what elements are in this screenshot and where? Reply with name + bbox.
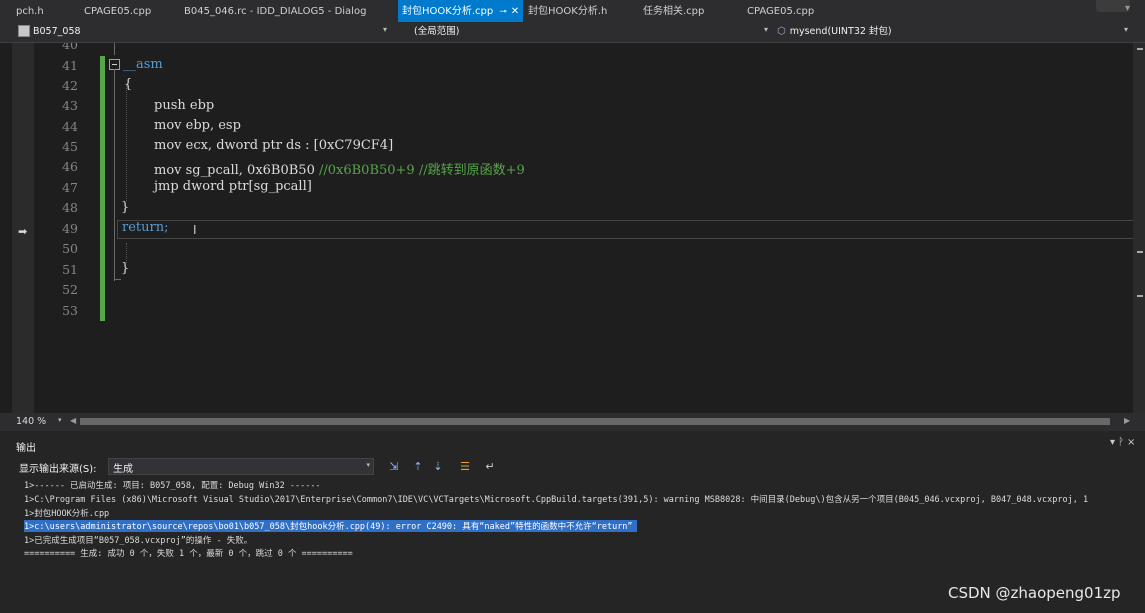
chevron-down-icon[interactable]: ▾ bbox=[764, 25, 768, 34]
line-number: 46 bbox=[62, 159, 78, 174]
line-number: 41 bbox=[62, 58, 78, 73]
output-line: 1>已完成生成项目“B057_058.vcxproj”的操作 - 失败。 bbox=[24, 536, 253, 546]
scroll-marker bbox=[1137, 295, 1143, 297]
code-line-48: } bbox=[121, 200, 130, 215]
scroll-marker bbox=[1137, 251, 1143, 253]
tab-overflow-icon[interactable]: ▾ bbox=[1125, 3, 1137, 15]
tab-rc-dialog[interactable]: B045_046.rc - IDD_DIALOG5 - Dialog bbox=[184, 0, 366, 22]
find-message-icon[interactable]: ⇲ bbox=[387, 460, 401, 473]
code-line-43: push ebp bbox=[154, 98, 215, 113]
next-message-icon[interactable]: ⇣ bbox=[431, 460, 445, 473]
code-text: mov sg_pcall, 0x6B0B50 bbox=[154, 163, 319, 178]
indent-guide bbox=[126, 85, 127, 201]
word-wrap-icon[interactable]: ↵ bbox=[483, 460, 497, 473]
tab-label: 任务相关.cpp bbox=[643, 6, 705, 17]
code-line-47: jmp dword ptr[sg_pcall] bbox=[154, 179, 312, 194]
line-number: 48 bbox=[62, 200, 78, 215]
navigation-bar: B057_058 ▾ (全局范围) ▾ ⬡ mysend(UINT32 封包) ▾ bbox=[0, 22, 1145, 43]
tab-label: pch.h bbox=[16, 6, 44, 17]
output-source-label: 显示输出来源(S): bbox=[19, 464, 97, 475]
output-source-select[interactable]: 生成 ▾ bbox=[108, 458, 374, 475]
horizontal-scrollbar-thumb[interactable] bbox=[80, 418, 1110, 425]
code-line-42: { bbox=[124, 77, 133, 92]
tab-cpage05-cpp-2[interactable]: CPAGE05.cpp bbox=[747, 0, 814, 22]
function-dropdown[interactable]: ⬡ mysend(UINT32 封包) bbox=[777, 25, 892, 39]
current-line-highlight bbox=[117, 220, 1133, 239]
pin-icon[interactable]: ᚹ bbox=[1118, 437, 1127, 448]
pin-icon[interactable]: ⊸ bbox=[499, 7, 507, 17]
editor-status-strip: 140 % ▾ ◀ ▶ bbox=[0, 413, 1145, 431]
output-source-value: 生成 bbox=[113, 464, 133, 475]
fold-guide-end bbox=[114, 279, 121, 281]
project-label: B057_058 bbox=[33, 26, 81, 37]
output-panel-title: 输出 bbox=[16, 443, 36, 454]
current-statement-arrow-icon: ➡ bbox=[18, 225, 28, 238]
panel-controls[interactable]: ▾ᚹ× bbox=[1110, 437, 1138, 448]
code-comment: //0x6B0B50+9 //跳转到原函数+9 bbox=[318, 163, 525, 178]
tab-label: CPAGE05.cpp bbox=[84, 6, 152, 17]
line-number: 40 bbox=[62, 43, 78, 52]
clear-all-icon[interactable]: ☰ bbox=[458, 460, 472, 473]
line-number: 50 bbox=[62, 241, 78, 256]
line-number: 44 bbox=[62, 119, 78, 134]
chevron-down-icon[interactable]: ▾ bbox=[383, 25, 387, 34]
scope-dropdown[interactable]: (全局范围) bbox=[414, 25, 459, 39]
function-label: mysend(UINT32 封包) bbox=[789, 26, 892, 37]
tab-label: 封包HOOK分析.h bbox=[528, 6, 608, 17]
line-number: 49 bbox=[62, 221, 78, 236]
scroll-left-icon[interactable]: ◀ bbox=[70, 416, 76, 425]
chevron-down-icon[interactable]: ▾ bbox=[1124, 25, 1128, 34]
tab-cpage05-cpp[interactable]: CPAGE05.cpp bbox=[84, 0, 151, 22]
tab-hook-h[interactable]: 封包HOOK分析.h bbox=[528, 0, 607, 22]
close-icon[interactable]: × bbox=[1127, 437, 1138, 448]
output-line: ========== 生成: 成功 0 个，失败 1 个，最新 0 个，跳过 0… bbox=[24, 549, 353, 559]
output-line: 1>C:\Program Files (x86)\Microsoft Visua… bbox=[24, 495, 1089, 505]
chevron-down-icon[interactable]: ▾ bbox=[366, 461, 370, 469]
output-toolbar: 显示输出来源(S): 生成 ▾ ⇲ ⇡ ⇣ ☰ ↵ bbox=[0, 455, 1145, 477]
line-number: 43 bbox=[62, 98, 78, 113]
scroll-right-icon[interactable]: ▶ bbox=[1124, 416, 1130, 425]
code-line-45: mov ecx, dword ptr ds : [0xC79CF4] bbox=[154, 138, 394, 153]
line-number: 47 bbox=[62, 180, 78, 195]
previous-message-icon[interactable]: ⇡ bbox=[411, 460, 425, 473]
output-line-error-selected[interactable]: 1>c:\users\administrator\source\repos\bo… bbox=[24, 520, 637, 532]
chevron-down-icon[interactable]: ▾ bbox=[58, 416, 62, 424]
code-line-41: __asm bbox=[123, 57, 163, 72]
code-line-46: mov sg_pcall, 0x6B0B50 //0x6B0B50+9 //跳转… bbox=[154, 159, 525, 178]
vertical-scrollbar[interactable] bbox=[1133, 43, 1145, 413]
tab-label: CPAGE05.cpp bbox=[747, 6, 815, 17]
scope-label: (全局范围) bbox=[414, 26, 460, 37]
line-number: 53 bbox=[62, 303, 78, 318]
line-number: 42 bbox=[62, 78, 78, 93]
code-line-49: return; bbox=[122, 220, 169, 235]
line-number: 52 bbox=[62, 282, 78, 297]
watermark: CSDN @zhaopeng01zp bbox=[948, 584, 1121, 602]
output-line: 1>封包HOOK分析.cpp bbox=[24, 509, 110, 519]
fold-guide-line bbox=[114, 69, 115, 279]
zoom-level[interactable]: 140 % bbox=[16, 416, 46, 427]
project-icon bbox=[18, 24, 30, 37]
text-cursor-icon: I bbox=[193, 223, 197, 237]
document-tab-strip: pch.h CPAGE05.cpp B045_046.rc - IDD_DIAL… bbox=[0, 0, 1145, 22]
output-line: 1>------ 已启动生成: 项目: B057_058, 配置: Debug … bbox=[24, 481, 321, 491]
close-icon[interactable]: ✕ bbox=[511, 6, 519, 17]
code-line-51: } bbox=[121, 261, 130, 276]
indent-guide bbox=[126, 243, 127, 263]
tab-label: B045_046.rc - IDD_DIALOG5 - Dialog bbox=[184, 6, 367, 17]
project-dropdown[interactable]: B057_058 bbox=[18, 24, 81, 39]
scroll-marker bbox=[1137, 48, 1143, 50]
dropdown-icon[interactable]: ▾ bbox=[1110, 437, 1118, 448]
code-line-44: mov ebp, esp bbox=[154, 118, 241, 133]
tab-task-cpp[interactable]: 任务相关.cpp bbox=[643, 0, 704, 22]
line-number: 45 bbox=[62, 139, 78, 154]
fold-guide-line bbox=[114, 43, 115, 55]
code-editor[interactable]: ➡ 40 41 42 43 44 45 46 47 48 49 50 51 52… bbox=[0, 43, 1133, 413]
method-cube-icon: ⬡ bbox=[777, 26, 786, 37]
tab-pch-h[interactable]: pch.h bbox=[16, 0, 44, 22]
tab-label: 封包HOOK分析.cpp bbox=[402, 6, 494, 17]
saved-changes-bar bbox=[100, 56, 105, 321]
line-number: 51 bbox=[62, 262, 78, 277]
tab-hook-cpp-active[interactable]: 封包HOOK分析.cpp ⊸ ✕ bbox=[398, 0, 524, 22]
